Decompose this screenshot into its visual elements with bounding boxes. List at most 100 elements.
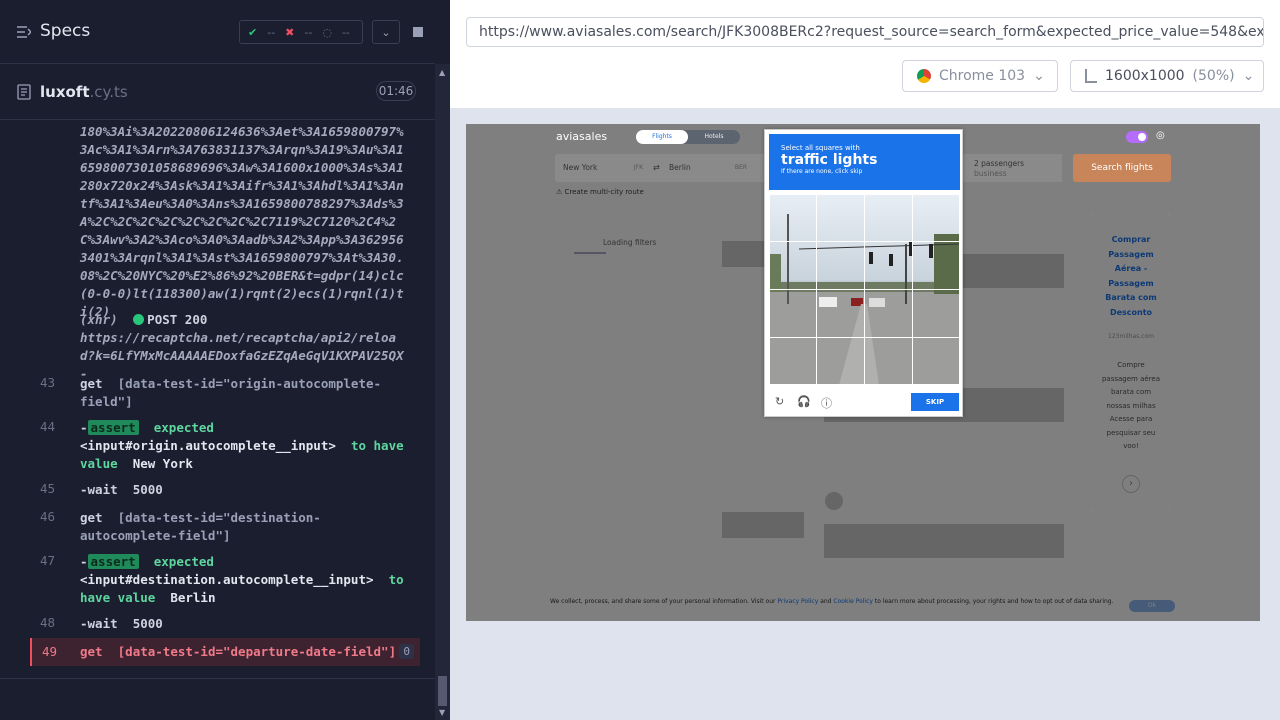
tab-hotels[interactable]: Hotels <box>688 130 740 144</box>
file-name-base: luxoft <box>40 83 90 101</box>
command-row[interactable]: 43 get [data-test-id="origin-autocomplet… <box>30 375 420 411</box>
stop-button[interactable] <box>404 20 432 44</box>
command-log-scrollbar[interactable]: ▲ ▼ <box>435 64 450 720</box>
mode-tabs: Flights Hotels <box>636 130 740 144</box>
command-name: - <box>80 420 88 435</box>
match-count-badge: 0 <box>399 644 414 659</box>
scrollbar-thumb[interactable] <box>438 676 447 706</box>
command-list: 180%3Ai%3A20220806124636%3Aet%3A16598007… <box>0 121 435 678</box>
skeleton <box>824 524 1064 558</box>
command-arg: 5000 <box>132 482 163 497</box>
command-row[interactable]: 45 -wait 5000 <box>30 481 420 501</box>
destination-field[interactable]: Berlin BER <box>661 154 755 182</box>
theme-toggle[interactable] <box>1126 131 1148 143</box>
command-row[interactable]: 46 get [data-test-id="destination-autoco… <box>30 509 420 545</box>
failed-command-row[interactable]: 49 get [data-test-id="departure-date-fie… <box>30 638 420 666</box>
specs-title[interactable]: Specs <box>40 21 90 41</box>
headphones-icon[interactable]: 🎧 <box>797 395 811 408</box>
captcha-tile[interactable] <box>864 241 913 290</box>
url-bar[interactable]: https://www.aviasales.com/search/JFK3008… <box>466 17 1264 47</box>
command-number: 44 <box>40 419 56 434</box>
captcha-tile[interactable] <box>864 337 913 385</box>
command-name: -wait <box>80 482 118 497</box>
captcha-tile[interactable] <box>769 289 817 338</box>
captcha-tile[interactable] <box>864 194 913 242</box>
scroll-down-icon[interactable]: ▼ <box>439 708 445 717</box>
command-log-panel: Specs ✔ -- ✖ -- ◌ -- ⌄ luxoft.cy.ts 01:46 1… <box>0 0 450 720</box>
passengers-field[interactable]: 2 passengers business <box>966 154 1062 182</box>
globe-icon[interactable]: ◎ <box>1156 130 1165 141</box>
captcha-hint: If there are none, click skip <box>781 168 863 175</box>
viewport-info[interactable]: 1600x1000 (50%) ⌄ <box>1070 60 1264 92</box>
chevron-down-icon: ⌄ <box>1033 68 1045 84</box>
assert-element: <input#origin.autocomplete__input> <box>80 438 336 453</box>
origin-field[interactable]: New York JFK <box>555 154 651 182</box>
captcha-target: traffic lights <box>781 152 878 168</box>
command-row[interactable]: 48 -wait 5000 <box>30 615 420 635</box>
reload-icon[interactable]: ↻ <box>775 395 784 408</box>
pending-spinner-icon: ◌ <box>322 25 332 39</box>
destination-value: Berlin <box>669 163 691 172</box>
app-under-test-frame: aviasales Flights Hotels ◎ New York JFK ⇄… <box>466 124 1260 621</box>
ad-dim <box>1092 213 1170 511</box>
captcha-tile[interactable] <box>912 241 960 290</box>
captcha-tile[interactable] <box>912 337 960 385</box>
captcha-tile[interactable] <box>816 337 865 385</box>
browser-name: Chrome 103 <box>939 68 1026 84</box>
command-name: -wait <box>80 616 118 631</box>
loading-bar <box>574 252 606 254</box>
ad-banner[interactable]: Comprar Passagem Aérea - Passagem Barata… <box>1092 213 1170 511</box>
captcha-image-grid <box>769 194 960 385</box>
captcha-tile[interactable] <box>864 289 913 338</box>
spec-file-name: luxoft.cy.ts <box>40 83 128 101</box>
captcha-skip-button[interactable]: SKIP <box>911 393 959 411</box>
file-name-ext: .cy.ts <box>89 83 128 101</box>
origin-code: JFK <box>633 164 643 171</box>
command-number: 48 <box>40 615 56 630</box>
browser-select[interactable]: Chrome 103 ⌄ <box>902 60 1058 92</box>
xhr-log[interactable]: (xhr) POST 200 https://recaptcha.net/rec… <box>80 311 410 381</box>
assert-expected: expected <box>153 554 214 569</box>
tab-flights[interactable]: Flights <box>636 130 688 144</box>
run-timer: 01:46 <box>376 81 416 101</box>
test-stats: ✔ -- ✖ -- ◌ -- <box>239 20 363 44</box>
chevron-down-icon[interactable]: ⌄ <box>372 20 400 44</box>
passengers-count: 2 passengers <box>974 159 1025 168</box>
command-selector: [data-test-id="origin-autocomplete-field… <box>80 376 382 409</box>
cookie-banner: We collect, process, and share some of y… <box>466 591 1260 621</box>
specs-menu-icon[interactable] <box>17 25 31 39</box>
search-flights-button[interactable]: Search flights <box>1073 154 1171 182</box>
captcha-instruction: Select all squares with <box>781 144 860 152</box>
info-icon[interactable]: ⓘ <box>821 395 832 411</box>
captcha-tile[interactable] <box>769 337 817 385</box>
captcha-tile[interactable] <box>816 241 865 290</box>
loading-filters: Loading filters <box>603 238 657 247</box>
command-number: 43 <box>40 375 56 390</box>
command-row[interactable]: 44 - assert expected <input#origin.autocom… <box>30 419 420 473</box>
captcha-tile[interactable] <box>816 289 865 338</box>
scroll-up-icon[interactable]: ▲ <box>439 68 445 77</box>
captcha-footer: ↻ 🎧 ⓘ SKIP <box>769 390 960 414</box>
multi-city-label: Create multi-city route <box>564 188 644 196</box>
failed-count: -- <box>304 25 313 39</box>
captcha-tile[interactable] <box>816 194 865 242</box>
status-dot-icon <box>133 314 145 325</box>
xhr-prefix: (xhr) <box>80 312 118 327</box>
captcha-tile[interactable] <box>912 194 960 242</box>
captcha-tile[interactable] <box>769 241 817 290</box>
command-selector: [data-test-id="departure-date-field"] <box>117 644 397 659</box>
command-name: get <box>80 644 103 659</box>
viewport-size: 1600x1000 <box>1105 68 1185 84</box>
captcha-tile[interactable] <box>912 289 960 338</box>
command-row[interactable]: 47 - assert expected <input#destination.au… <box>30 553 420 607</box>
command-log-footer <box>0 678 435 720</box>
multi-city-link[interactable]: ⚠ Create multi-city route <box>556 188 644 196</box>
swap-icon[interactable]: ⇄ <box>653 154 661 182</box>
route-icon: ⚠ <box>556 188 563 196</box>
origin-value: New York <box>563 163 598 172</box>
skeleton-avatar <box>825 492 843 510</box>
assert-element: <input#destination.autocomplete__input> <box>80 572 374 587</box>
command-number: 47 <box>40 553 56 568</box>
captcha-tile[interactable] <box>769 194 817 242</box>
command-name: - <box>80 554 88 569</box>
